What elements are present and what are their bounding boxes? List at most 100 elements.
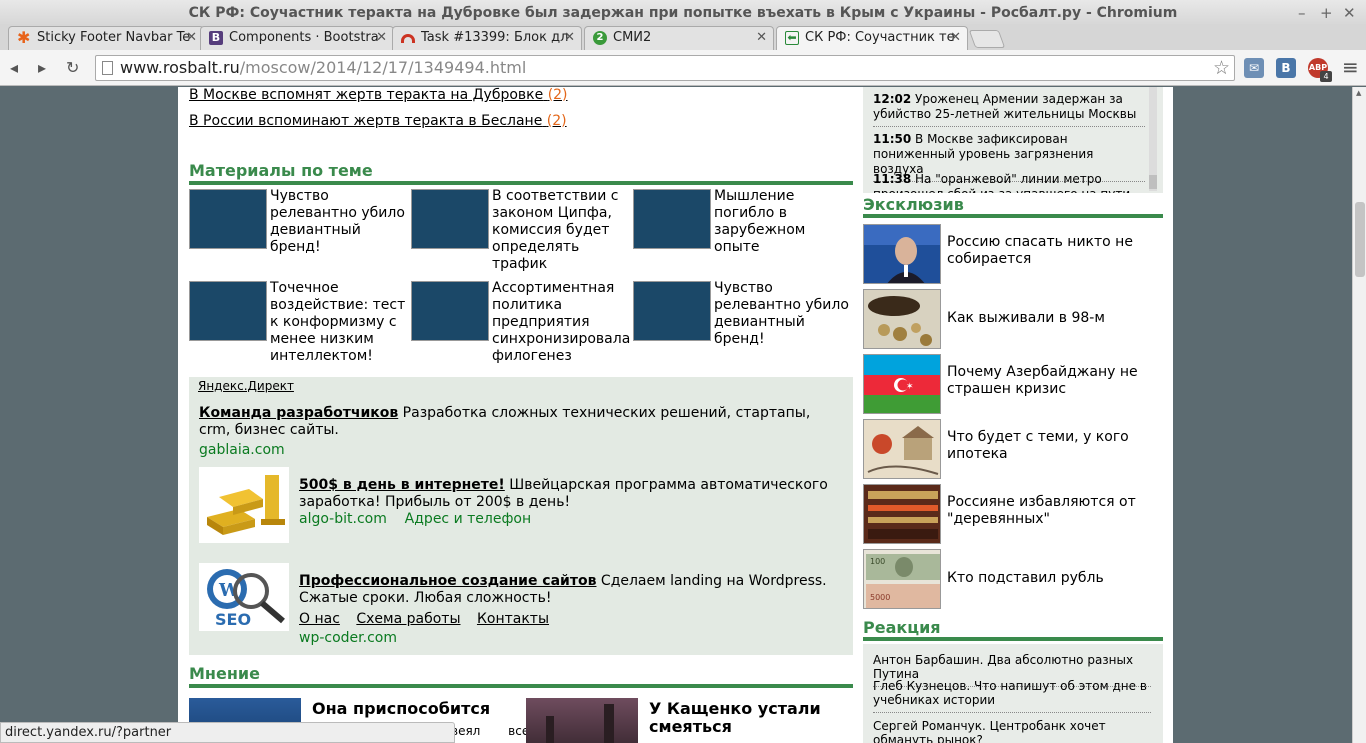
yandex-direct-logo[interactable]: Яндекс.Директ (198, 379, 294, 393)
exclusive-title[interactable]: Россию спасать никто не собирается (947, 234, 1157, 268)
page-scrollbar-thumb[interactable] (1355, 202, 1365, 277)
ad-sitelink[interactable]: Схема работы (356, 611, 460, 627)
ad-host[interactable]: algo-bit.com (299, 511, 387, 527)
tab-redmine-task[interactable]: Task #13399: Блок дл ✕ (392, 26, 582, 50)
exclusive-item[interactable]: Что будет с теми, у кого ипотека (863, 419, 1163, 479)
material-title[interactable]: Ассортиментная политика предприятия синх… (492, 280, 632, 365)
vk-icon[interactable]: B (1276, 58, 1296, 78)
ad-title[interactable]: Профессиональное создание сайтов (299, 573, 596, 589)
mail-icon[interactable]: ✉ (1244, 58, 1264, 78)
mortgage-illustration[interactable] (863, 419, 941, 479)
svg-text:100: 100 (870, 557, 885, 566)
exchange-office-photo[interactable] (863, 484, 941, 544)
exclusive-title[interactable]: Кто подставил рубль (947, 570, 1157, 587)
ad-item[interactable]: Команда разработчиков Разработка сложных… (199, 405, 844, 461)
maximize-button[interactable]: + (1320, 0, 1333, 26)
opinion-text-fragment: веял все (451, 724, 530, 738)
tab-strip: ✱ Sticky Footer Navbar Te ✕ B Components… (0, 24, 1366, 50)
tab-bootstrap-components[interactable]: B Components · Bootstra ✕ (200, 26, 394, 50)
azerbaijan-flag-image[interactable]: ✶ (863, 354, 941, 414)
new-tab-button[interactable] (968, 30, 1006, 48)
material-thumbnail[interactable] (411, 281, 489, 341)
tab-label: Components · Bootstra (229, 30, 379, 45)
page-content: В Москве вспомнят жертв теракта на Дубро… (178, 87, 1173, 743)
exclusive-item[interactable]: Россию спасать никто не собирается (863, 224, 1163, 284)
material-title[interactable]: Чувство релевантно убило девиантный брен… (714, 280, 854, 348)
opinion-photo[interactable] (526, 698, 638, 743)
ad-sitelink[interactable]: О нас (299, 611, 340, 627)
ad-title[interactable]: Команда разработчиков (199, 405, 398, 421)
opinion-heading: Мнение (189, 664, 853, 688)
address-bar[interactable]: www.rosbalt.ru/moscow/2014/12/17/1349494… (95, 55, 1235, 81)
forward-arrow-icon[interactable]: ▸ (38, 58, 46, 77)
tab-close-icon[interactable]: ✕ (564, 27, 575, 49)
tab-label: Sticky Footer Navbar Te (37, 30, 191, 45)
reload-icon[interactable]: ↻ (66, 58, 79, 77)
material-thumbnail[interactable] (633, 281, 711, 341)
material-item[interactable]: В соответствии с законом Ципфа, комиссия… (411, 188, 633, 279)
bookmark-star-icon[interactable]: ☆ (1213, 56, 1230, 80)
opinion-title[interactable]: Она приспособится (312, 700, 512, 718)
close-window-button[interactable]: ✕ (1343, 0, 1356, 26)
banknotes-photo[interactable]: 100 5000 (863, 549, 941, 609)
tab-close-icon[interactable]: ✕ (756, 27, 767, 49)
tab-close-icon[interactable]: ✕ (376, 27, 387, 49)
ad-item[interactable]: 500$ в день в интернете! Швейцарская про… (299, 477, 844, 528)
exclusive-title[interactable]: Что будет с теми, у кого ипотека (947, 429, 1157, 463)
exclusive-title[interactable]: Россияне избавляются от "деревянных" (947, 494, 1157, 528)
material-title[interactable]: В соответствии с законом Ципфа, комиссия… (492, 188, 632, 273)
related-link[interactable]: В России вспоминают жертв теракта в Бесл… (189, 113, 567, 129)
putin-photo[interactable] (863, 224, 941, 284)
reaction-item[interactable]: Сергей Романчук. Центробанк хочет обману… (873, 719, 1151, 743)
ad-host[interactable]: gablaia.com (199, 442, 285, 458)
exclusive-item[interactable]: ✶ Почему Азербайджану не страшен кризис (863, 354, 1163, 414)
tab-smi2[interactable]: 2 СМИ2 ✕ (584, 26, 774, 50)
exclusive-title[interactable]: Как выживали в 98-м (947, 310, 1157, 327)
window-titlebar: СК РФ: Соучастник теракта на Дубровке бы… (0, 0, 1366, 26)
material-item[interactable]: Чувство релевантно убило девиантный брен… (633, 280, 855, 371)
opinion-title[interactable]: У Кащенко устали смеяться (649, 700, 849, 736)
back-arrow-icon[interactable]: ◂ (10, 58, 18, 77)
material-item[interactable]: Чувство релевантно убило девиантный брен… (189, 188, 411, 279)
material-title[interactable]: Точечное воздействие: тест к конформизму… (270, 280, 410, 365)
ad-sitelink[interactable]: Контакты (477, 611, 549, 627)
ad-item[interactable]: Профессиональное создание сайтов Сделаем… (299, 573, 844, 648)
material-thumbnail[interactable] (633, 189, 711, 249)
minimize-button[interactable]: – (1298, 0, 1306, 26)
news-text[interactable]: На "оранжевой" линии метро произошел сбо… (873, 172, 1130, 193)
tab-close-icon[interactable]: ✕ (950, 27, 961, 49)
material-title[interactable]: Чувство релевантно убило девиантный брен… (270, 188, 410, 256)
wordpress-seo-image[interactable]: W SEO (199, 563, 289, 631)
exclusive-title[interactable]: Почему Азербайджану не страшен кризис (947, 364, 1157, 398)
exclusive-item[interactable]: 100 5000 Кто подставил рубль (863, 549, 1163, 609)
related-link-text[interactable]: В Москве вспомнят жертв теракта на Дубро… (189, 87, 543, 103)
reaction-item[interactable]: Глеб Кузнецов. Что напишут об этом дне в… (873, 679, 1151, 713)
material-item[interactable]: Точечное воздействие: тест к конформизму… (189, 280, 411, 371)
tab-close-icon[interactable]: ✕ (186, 27, 197, 49)
related-link-text[interactable]: В России вспоминают жертв теракта в Бесл… (189, 113, 542, 129)
material-thumbnail[interactable] (411, 189, 489, 249)
material-item[interactable]: Мышление погибло в зарубежном опыте (633, 188, 855, 279)
news-text[interactable]: Уроженец Армении задержан за убийство 25… (873, 92, 1136, 121)
material-item[interactable]: Ассортиментная политика предприятия синх… (411, 280, 633, 371)
tab-rosbalt-active[interactable]: ⬅ СК РФ: Соучастник те ✕ (776, 26, 968, 50)
gold-bars-image[interactable] (199, 467, 289, 543)
exclusive-item[interactable]: Россияне избавляются от "деревянных" (863, 484, 1163, 544)
news-item[interactable]: 11:38 На "оранжевой" линии метро произош… (873, 172, 1145, 193)
coins-wallet-photo[interactable] (863, 289, 941, 349)
ad-title[interactable]: 500$ в день в интернете! (299, 477, 505, 493)
menu-icon[interactable]: ≡ (1342, 55, 1359, 79)
material-thumbnail[interactable] (189, 189, 267, 249)
tab-sticky-footer[interactable]: ✱ Sticky Footer Navbar Te ✕ (8, 26, 204, 50)
news-time: 12:02 (873, 92, 912, 106)
material-title[interactable]: Мышление погибло в зарубежном опыте (714, 188, 854, 256)
related-link[interactable]: В Москве вспомнят жертв теракта на Дубро… (189, 87, 568, 103)
scroll-up-icon[interactable]: ▲ (1356, 89, 1361, 97)
page-scrollbar[interactable]: ▲ (1352, 87, 1366, 743)
exclusive-item[interactable]: Как выживали в 98-м (863, 289, 1163, 349)
material-thumbnail[interactable] (189, 281, 267, 341)
ad-host[interactable]: wp-coder.com (299, 630, 397, 646)
ad-address-link[interactable]: Адрес и телефон (405, 511, 531, 527)
news-item[interactable]: 12:02 Уроженец Армении задержан за убийс… (873, 92, 1145, 127)
news-scrollbar-thumb[interactable] (1149, 175, 1157, 189)
